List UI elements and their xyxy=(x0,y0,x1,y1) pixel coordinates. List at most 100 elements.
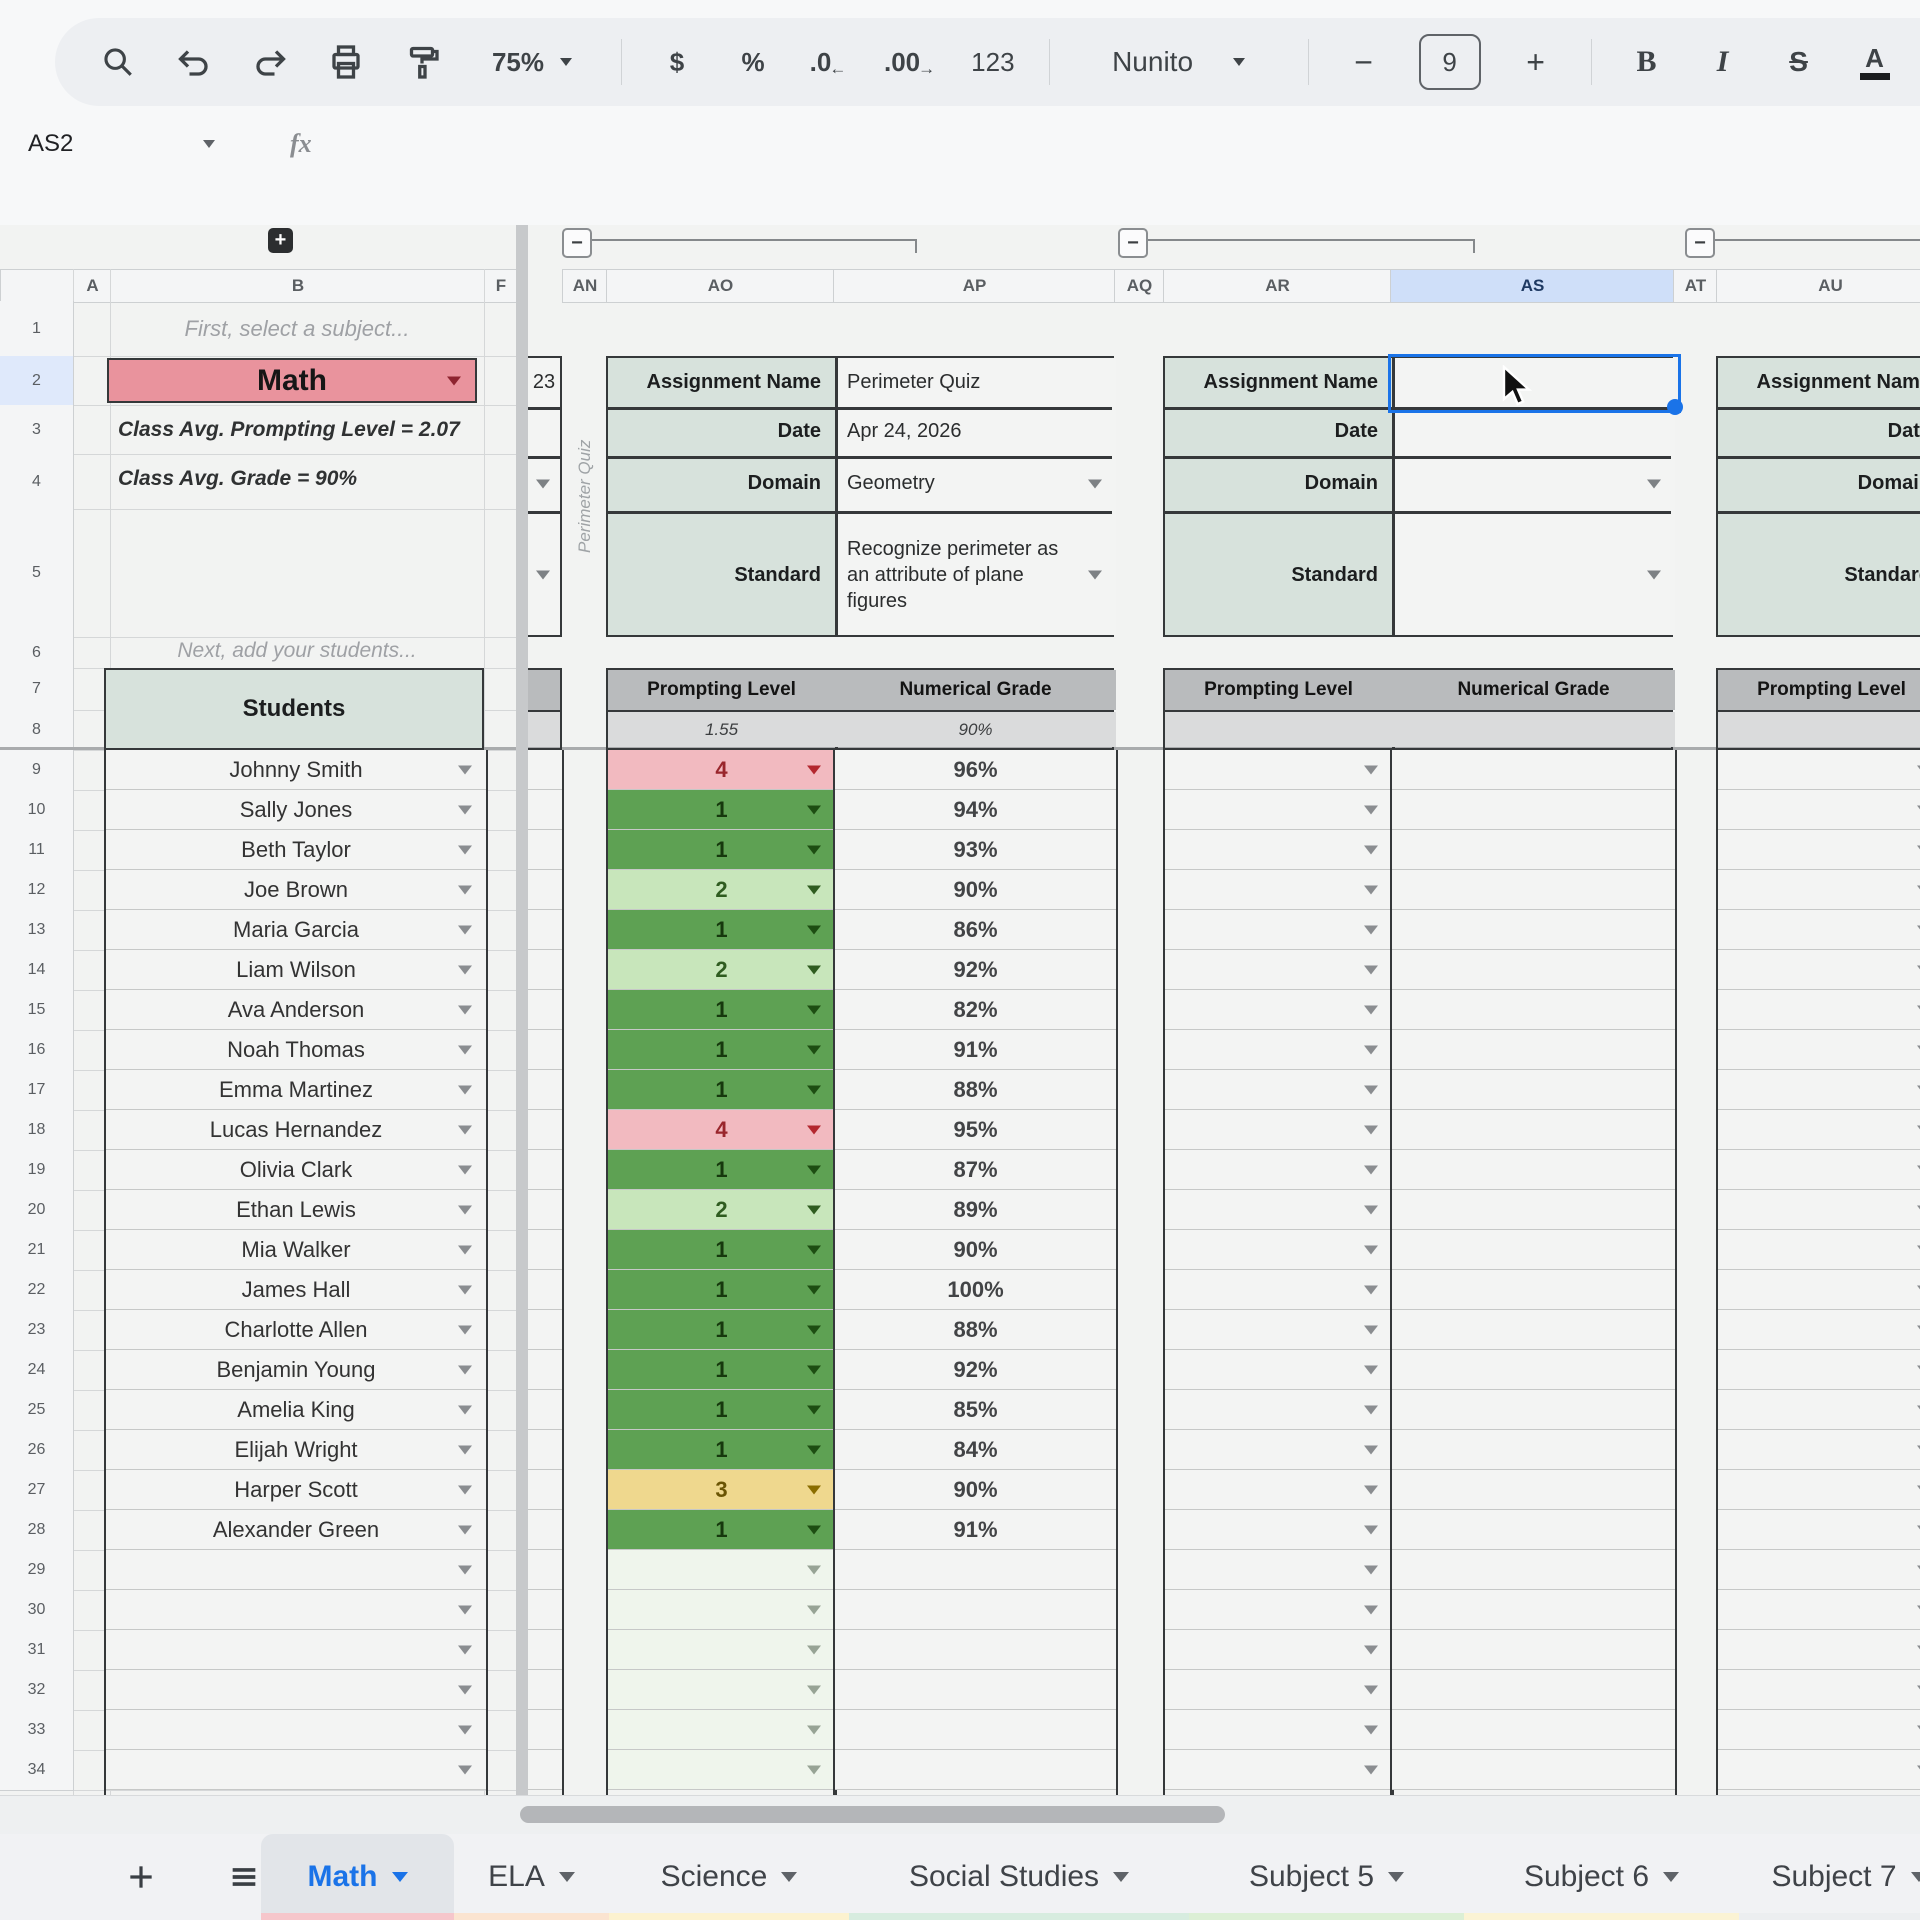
prompting-level-cell-empty[interactable] xyxy=(1165,1470,1392,1510)
italic-button[interactable]: I xyxy=(1702,36,1744,88)
partial-cell[interactable] xyxy=(528,790,562,830)
prompting-level-cell-empty[interactable] xyxy=(1165,1190,1392,1230)
student-name-cell[interactable]: Elijah Wright xyxy=(106,1430,486,1470)
numerical-grade-cell[interactable]: 92% xyxy=(835,1350,1116,1390)
partial-cell[interactable] xyxy=(528,950,562,990)
percent-format-button[interactable]: % xyxy=(732,36,774,88)
numerical-grade-cell[interactable] xyxy=(835,1590,1116,1630)
row-header-11[interactable]: 11 xyxy=(0,830,74,871)
add-sheet-button[interactable] xyxy=(125,1861,157,1893)
student-name-cell[interactable]: Joe Brown xyxy=(106,870,486,910)
prompting-level-cell[interactable]: 2 xyxy=(608,870,835,910)
numerical-grade-cell[interactable] xyxy=(835,1630,1116,1670)
date-label[interactable]: Date xyxy=(1165,407,1392,456)
prompting-level-cell-empty[interactable] xyxy=(1165,1070,1392,1110)
row-header-25[interactable]: 25 xyxy=(0,1390,74,1431)
partial-cell[interactable] xyxy=(528,1430,562,1470)
prompting-level-cell-empty[interactable] xyxy=(1718,1230,1920,1270)
row-header-30[interactable]: 30 xyxy=(0,1590,74,1631)
numerical-grade-cell-empty[interactable] xyxy=(1392,790,1675,830)
partial-cell[interactable] xyxy=(528,750,562,790)
prompting-level-cell-empty[interactable] xyxy=(1165,910,1392,950)
student-name-cell[interactable]: Noah Thomas xyxy=(106,1030,486,1070)
numerical-grade-cell-empty[interactable] xyxy=(1392,1550,1675,1590)
collapse-group-button[interactable]: − xyxy=(1685,228,1715,258)
student-name-cell[interactable]: Lucas Hernandez xyxy=(106,1110,486,1150)
prompting-level-cell[interactable]: 1 xyxy=(608,790,835,830)
prompting-level-cell-empty[interactable] xyxy=(1165,790,1392,830)
assignment1-name-cell[interactable]: Perimeter Quiz xyxy=(835,358,1116,407)
numerical-grade-cell-empty[interactable] xyxy=(1392,1190,1675,1230)
tab-subject-7[interactable]: Subject 7 xyxy=(1739,1834,1920,1920)
numerical-grade-cell-empty[interactable] xyxy=(1392,1710,1675,1750)
row-header-26[interactable]: 26 xyxy=(0,1430,74,1471)
prompting-level-cell[interactable]: 1 xyxy=(608,990,835,1030)
numerical-grade-cell-empty[interactable] xyxy=(1392,1670,1675,1710)
standard-label[interactable]: Standard xyxy=(1718,511,1920,639)
expand-group-button[interactable]: + xyxy=(268,228,293,253)
partial-cell[interactable] xyxy=(528,1710,562,1750)
column-header-AS[interactable]: AS xyxy=(1390,269,1675,303)
date-label[interactable]: Date xyxy=(608,407,835,456)
prompting-level-cell-empty[interactable] xyxy=(1165,1110,1392,1150)
numerical-grade-cell-empty[interactable] xyxy=(1392,1510,1675,1550)
prompting-level-cell-empty[interactable] xyxy=(1165,1550,1392,1590)
prompting-level-cell[interactable]: 3 xyxy=(608,1470,835,1510)
numerical-grade-cell-empty[interactable] xyxy=(1392,870,1675,910)
column-header-AQ[interactable]: AQ xyxy=(1114,269,1165,303)
numerical-grade-cell[interactable]: 93% xyxy=(835,830,1116,870)
prompting-level-cell[interactable]: 1 xyxy=(608,1350,835,1390)
partial-cell[interactable] xyxy=(528,1670,562,1710)
assignment2-date-cell[interactable] xyxy=(1392,407,1675,456)
prompting-level-cell-empty[interactable] xyxy=(1165,1390,1392,1430)
row-header-33[interactable]: 33 xyxy=(0,1710,74,1751)
tab-subject-5[interactable]: Subject 5 xyxy=(1189,1834,1464,1920)
numerical-grade-cell-empty[interactable] xyxy=(1392,1230,1675,1270)
prompting-level-cell-empty[interactable] xyxy=(1718,1430,1920,1470)
row-header-31[interactable]: 31 xyxy=(0,1630,74,1671)
tab-subject-6[interactable]: Subject 6 xyxy=(1464,1834,1739,1920)
numerical-grade-cell-empty[interactable] xyxy=(1392,1270,1675,1310)
column-header-AT[interactable]: AT xyxy=(1673,269,1718,303)
tab-science[interactable]: Science xyxy=(609,1834,849,1920)
numerical-grade-cell-empty[interactable] xyxy=(1392,1590,1675,1630)
class-prompting-avg-cell[interactable]: 1.55 xyxy=(608,712,835,747)
student-name-cell[interactable]: Harper Scott xyxy=(106,1470,486,1510)
numerical-grade-cell[interactable]: 100% xyxy=(835,1270,1116,1310)
partial-cell[interactable] xyxy=(528,1310,562,1350)
prompting-level-cell-empty[interactable] xyxy=(1718,790,1920,830)
prompting-level-cell[interactable]: 1 xyxy=(608,1150,835,1190)
prompting-level-cell-empty[interactable] xyxy=(1165,1270,1392,1310)
numerical-grade-cell[interactable]: 90% xyxy=(835,870,1116,910)
prompting-level-cell[interactable]: 1 xyxy=(608,1070,835,1110)
student-name-cell[interactable] xyxy=(106,1750,486,1790)
assignment-name-label[interactable]: Assignment Name xyxy=(1165,358,1392,407)
prompting-level-cell-empty[interactable] xyxy=(1165,1350,1392,1390)
undo-button[interactable] xyxy=(173,36,215,88)
student-name-cell[interactable]: Liam Wilson xyxy=(106,950,486,990)
prompting-level-cell-empty[interactable] xyxy=(1718,990,1920,1030)
prompting-level-cell[interactable]: 1 xyxy=(608,1510,835,1550)
prompting-level-cell-empty[interactable] xyxy=(1718,1710,1920,1750)
partial-cell[interactable] xyxy=(528,870,562,910)
tab-math[interactable]: Math xyxy=(261,1834,454,1920)
numerical-grade-cell[interactable]: 82% xyxy=(835,990,1116,1030)
row-header-14[interactable]: 14 xyxy=(0,950,74,991)
partial-cell[interactable] xyxy=(528,1630,562,1670)
prompting-level-cell-empty[interactable] xyxy=(1165,1230,1392,1270)
numerical-grade-cell-empty[interactable] xyxy=(1392,1310,1675,1350)
numerical-grade-cell-empty[interactable] xyxy=(1392,950,1675,990)
numerical-grade-cell[interactable]: 91% xyxy=(835,1030,1116,1070)
student-name-cell[interactable]: Maria Garcia xyxy=(106,910,486,950)
numerical-grade-cell[interactable]: 85% xyxy=(835,1390,1116,1430)
row-header-2[interactable]: 2 xyxy=(0,356,74,406)
row-header-27[interactable]: 27 xyxy=(0,1470,74,1511)
prompting-level-cell-empty[interactable] xyxy=(1165,950,1392,990)
row-header-22[interactable]: 22 xyxy=(0,1270,74,1311)
prompting-level-cell-empty[interactable] xyxy=(1718,1630,1920,1670)
prompting-level-cell-empty[interactable] xyxy=(1718,1590,1920,1630)
prompting-level-cell[interactable] xyxy=(608,1710,835,1750)
student-name-cell[interactable]: Sally Jones xyxy=(106,790,486,830)
partial-cell[interactable] xyxy=(528,1550,562,1590)
student-name-cell[interactable]: Emma Martinez xyxy=(106,1070,486,1110)
